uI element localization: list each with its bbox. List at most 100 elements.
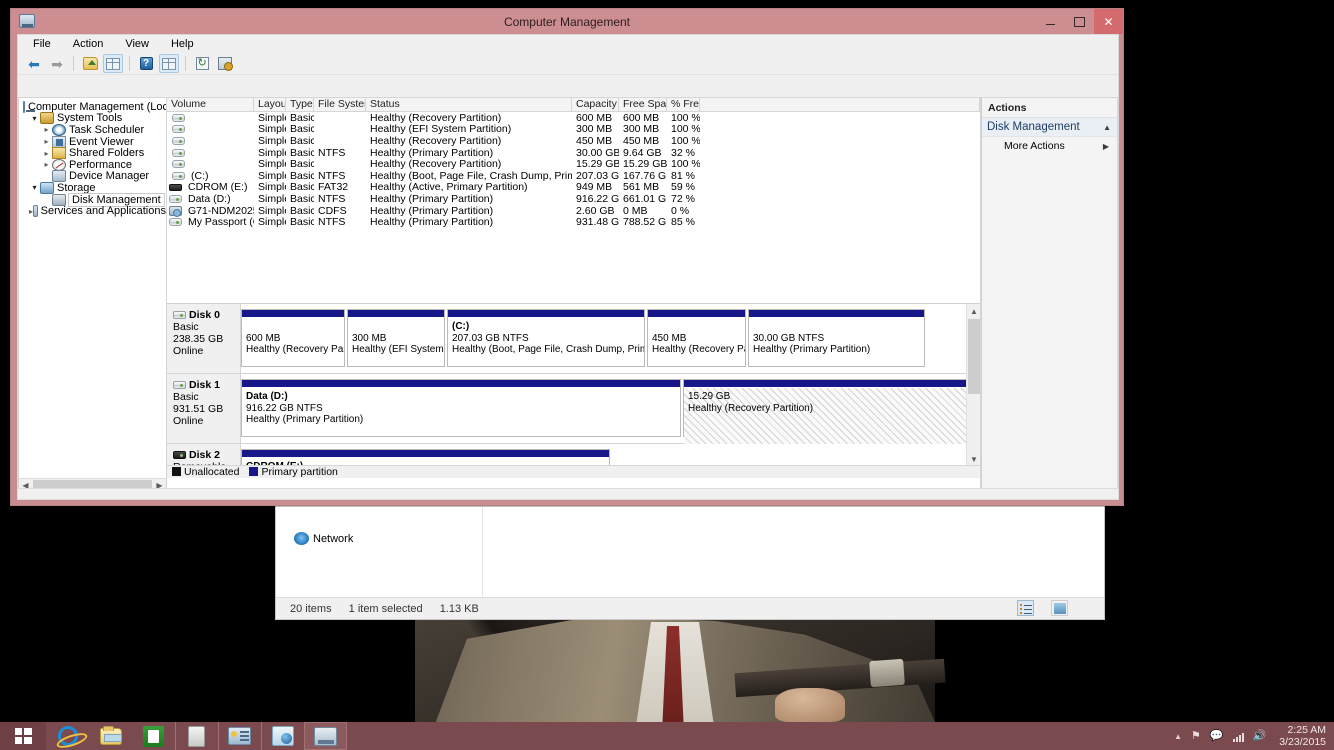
partition[interactable]: 600 MBHealthy (Recovery Partitic [241, 309, 345, 367]
column-header-file-system[interactable]: File System [314, 98, 366, 111]
partition[interactable]: CDROM (E:)953 MB FAT32Healthy (Active, P… [241, 449, 610, 466]
close-button[interactable]: ✕ [1094, 9, 1123, 34]
help-button[interactable]: ? [136, 54, 156, 73]
system-tray[interactable]: ▲ ⚑ 💬 🔊 2:25 AM 3/23/2015 [1174, 722, 1334, 750]
menu-help[interactable]: Help [168, 38, 197, 50]
volume-list[interactable]: Simple Basic Healthy (Recovery Partition… [167, 112, 980, 228]
column-header-layout[interactable]: Layout [254, 98, 286, 111]
disk-management-pane[interactable]: Volume Layout Type File System Status Ca… [166, 97, 981, 493]
taskbar-paint[interactable] [261, 722, 304, 750]
table-row[interactable]: Simple Basic Healthy (Recovery Partition… [167, 112, 980, 124]
disk-partitions-0[interactable]: 600 MBHealthy (Recovery Partitic 300 MBH… [241, 304, 966, 373]
partition[interactable]: Data (D:) 916.22 GB NTFS Healthy (Primary … [241, 379, 681, 437]
column-header-pct-free[interactable]: % Free [667, 98, 700, 111]
disk-info-1[interactable]: Disk 1 Basic 931.51 GB Online [167, 374, 241, 443]
taskbar-file-explorer[interactable] [89, 722, 132, 750]
table-row[interactable]: Simple Basic Healthy (Recovery Partition… [167, 158, 980, 170]
large-icons-view-button[interactable] [1051, 600, 1068, 616]
disk-info-2[interactable]: Disk 2 Removable 954 MB Online [167, 444, 241, 466]
table-row[interactable]: CDROM (E:) Simple Basic FAT32 Healthy (A… [167, 181, 980, 193]
tree-item-device-manager[interactable]: Device Manager [21, 170, 166, 183]
maximize-button[interactable] [1065, 9, 1094, 34]
tree-item-services-and-applications[interactable]: ▸ Services and Applications [21, 205, 166, 218]
disk-view-vertical-scrollbar[interactable]: ▲ ▼ [966, 304, 980, 466]
view-buttons[interactable] [1017, 600, 1082, 616]
console-tree[interactable]: Computer Management (Local) ▾ System Too… [19, 98, 166, 478]
scroll-up-button[interactable]: ▲ [967, 304, 980, 318]
volume-list-header[interactable]: Volume Layout Type File System Status Ca… [167, 98, 980, 112]
actions-group-disk-management[interactable]: Disk Management ▲ [982, 118, 1117, 137]
partition[interactable]: 15.29 GB Healthy (Recovery Partition) [683, 379, 966, 444]
column-header-capacity[interactable]: Capacity [572, 98, 619, 111]
graphical-disk-view[interactable]: Disk 0 Basic 238.35 GB Online 600 MB Heal… [167, 303, 980, 478]
chevron-down-icon[interactable]: ▾ [29, 183, 40, 192]
table-row[interactable]: Simple Basic Healthy (Recovery Partition… [167, 135, 980, 147]
table-row[interactable]: My Passport (G:) Simple Basic NTFS Healt… [167, 216, 980, 228]
taskbar-store[interactable] [132, 722, 175, 750]
column-header-type[interactable]: Type [286, 98, 314, 111]
forward-button[interactable]: ➡ [47, 54, 67, 73]
taskbar[interactable]: ▲ ⚑ 💬 🔊 2:25 AM 3/23/2015 [0, 722, 1334, 750]
show-hidden-icons-button[interactable]: ▲ [1174, 732, 1182, 741]
tree-item-shared-folders[interactable]: ▸ Shared Folders [21, 147, 166, 160]
chevron-right-icon[interactable]: ▸ [41, 137, 52, 146]
disk-row-0[interactable]: Disk 0 Basic 238.35 GB Online 600 MB Heal… [167, 304, 966, 374]
details-view-button[interactable] [1017, 600, 1034, 616]
window-controls[interactable]: ✕ [1036, 9, 1123, 34]
disk-list[interactable]: Disk 0 Basic 238.35 GB Online 600 MB Heal… [167, 304, 966, 466]
flag-icon[interactable]: ⚑ [1191, 730, 1201, 742]
properties-button[interactable] [215, 54, 235, 73]
taskbar-internet-explorer[interactable] [46, 722, 89, 750]
up-one-level-button[interactable] [80, 54, 100, 73]
minimize-button[interactable] [1036, 9, 1065, 34]
disk-row-1[interactable]: Disk 1 Basic 931.51 GB Online Data (D:) 9… [167, 374, 966, 444]
taskbar-control-panel[interactable] [218, 722, 261, 750]
show-hide-console-tree-button[interactable] [103, 54, 123, 73]
tree-item-disk-management[interactable]: Disk Management [21, 192, 166, 207]
nav-item-network[interactable]: Network [294, 532, 353, 545]
menu-action[interactable]: Action [70, 38, 107, 50]
disk-row-2[interactable]: Disk 2 Removable 954 MB Online CDROM (E:… [167, 444, 966, 466]
tree-item-event-viewer[interactable]: ▸ Event Viewer [21, 135, 166, 148]
taskbar-items[interactable] [46, 722, 347, 750]
column-header-free-space[interactable]: Free Space [619, 98, 667, 111]
title-bar[interactable]: Computer Management ✕ [11, 9, 1123, 34]
partition[interactable]: 450 MBHealthy (Recovery Partiti [647, 309, 746, 367]
tree-item-task-scheduler[interactable]: ▸ Task Scheduler [21, 123, 166, 136]
column-header-volume[interactable]: Volume [167, 98, 254, 111]
chevron-down-icon[interactable]: ▾ [29, 114, 40, 123]
start-button[interactable] [0, 722, 46, 750]
partition[interactable]: 300 MBHealthy (EFI System Pa [347, 309, 445, 367]
tree-item-computer-management[interactable]: Computer Management (Local) [21, 100, 166, 113]
clock[interactable]: 2:25 AM 3/23/2015 [1275, 724, 1326, 748]
back-button[interactable]: ⬅ [24, 54, 44, 73]
partition[interactable]: (C:) 207.03 GB NTFS Healthy (Boot, Page Fi… [447, 309, 645, 367]
computer-management-window[interactable]: Computer Management ✕ File Action View H… [10, 8, 1124, 506]
table-row[interactable]: Simple Basic Healthy (EFI System Partiti… [167, 123, 980, 135]
toolbar[interactable]: ⬅ ➡ ? [18, 53, 1118, 75]
show-hide-action-pane-button[interactable] [159, 54, 179, 73]
taskbar-computer-management[interactable] [304, 722, 347, 750]
chevron-right-icon[interactable]: ▸ [41, 160, 52, 169]
action-more-actions[interactable]: More Actions ▶ [982, 137, 1117, 155]
menu-file[interactable]: File [30, 38, 54, 50]
scroll-down-button[interactable]: ▼ [967, 452, 980, 466]
actions-pane[interactable]: Actions Disk Management ▲ More Actions ▶ [981, 97, 1118, 493]
menu-bar[interactable]: File Action View Help [18, 35, 1118, 53]
chevron-right-icon[interactable]: ▸ [41, 149, 52, 158]
table-row[interactable]: G71-NDM2025 (F:) Simple Basic CDFS Healt… [167, 205, 980, 217]
disk-partitions-2[interactable]: CDROM (E:)953 MB FAT32Healthy (Active, P… [241, 444, 966, 466]
disk-partitions-1[interactable]: Data (D:) 916.22 GB NTFS Healthy (Primary … [241, 374, 966, 444]
scrollbar-thumb[interactable] [968, 319, 980, 394]
disk-info-0[interactable]: Disk 0 Basic 238.35 GB Online [167, 304, 241, 373]
chevron-right-icon[interactable]: ▸ [41, 125, 52, 134]
network-signal-icon[interactable] [1232, 731, 1244, 742]
chevron-up-icon[interactable]: ▲ [1103, 123, 1111, 132]
tree-item-system-tools[interactable]: ▾ System Tools [21, 112, 166, 125]
column-header-status[interactable]: Status [366, 98, 572, 111]
console-tree-pane[interactable]: Computer Management (Local) ▾ System Too… [18, 97, 166, 493]
tree-item-performance[interactable]: ▸ Performance [21, 158, 166, 171]
table-row[interactable]: Data (D:) Simple Basic NTFS Healthy (Pri… [167, 193, 980, 205]
refresh-button[interactable] [192, 54, 212, 73]
table-row[interactable]: Simple Basic NTFS Healthy (Primary Parti… [167, 147, 980, 159]
